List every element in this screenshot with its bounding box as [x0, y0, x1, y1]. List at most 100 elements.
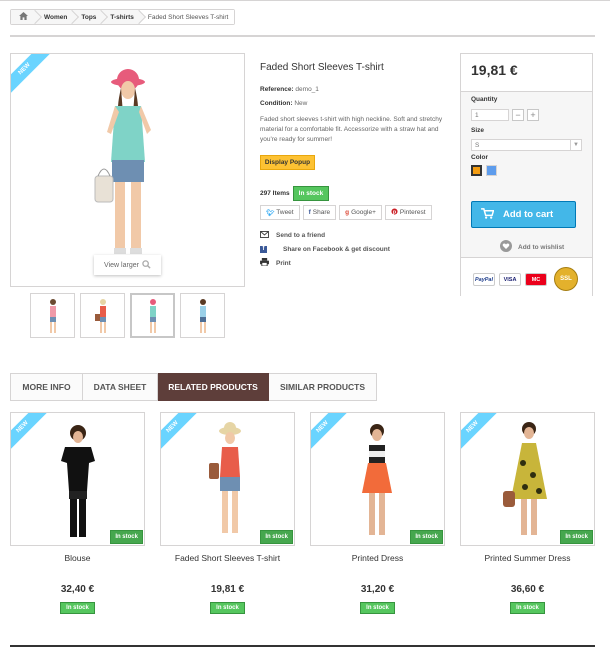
condition-value: New [294, 100, 308, 107]
quantity-minus-button[interactable]: − [512, 109, 524, 121]
buy-box: 19,81 € Quantity 1 − + Size S ▼ Color Ad… [460, 53, 593, 296]
product-image[interactable]: NEW In stock [10, 412, 145, 546]
color-swatch-blue[interactable] [486, 165, 497, 176]
product-image[interactable]: NEW In stock [460, 412, 595, 546]
facebook-share-button[interactable]: f Share [302, 205, 337, 220]
product-photo [209, 422, 241, 533]
thumbnail-2[interactable] [80, 293, 125, 338]
stock-badge: In stock [60, 602, 95, 614]
envelope-icon [260, 230, 269, 240]
top-divider [0, 0, 610, 1]
tweet-button[interactable]: 🐦︎ Tweet [260, 205, 300, 220]
product-photo [362, 424, 392, 535]
product-price: 32,40 € [60, 584, 95, 595]
wishlist-label: Add to wishlist [518, 243, 565, 251]
tab-related-products[interactable]: RELATED PRODUCTS [158, 373, 269, 401]
view-larger-button[interactable]: View larger [94, 255, 161, 275]
product-actions: Send to a friend f Share on Facebook & g… [260, 228, 390, 270]
product-photo [503, 422, 547, 535]
facebook-icon: f [308, 209, 311, 216]
print-link[interactable]: Print [260, 256, 390, 270]
printer-icon [260, 258, 269, 268]
product-card-2[interactable]: NEW In stock Faded Short Sleeves T-shirt… [160, 412, 295, 614]
size-select[interactable]: S ▼ [471, 139, 582, 151]
thumbnail-list [30, 293, 225, 338]
product-name[interactable]: Printed Summer Dress [460, 553, 595, 563]
facebook-icon: f [260, 245, 267, 253]
header-divider [10, 35, 595, 37]
size-value: S [475, 141, 480, 149]
stock-badge: In stock [292, 186, 330, 201]
product-price: 36,60 € [510, 584, 545, 595]
product-image[interactable]: NEW In stock [160, 412, 295, 546]
stock-status: In stock [160, 602, 295, 614]
ssl-badge: SSL [554, 267, 578, 291]
tab-similar-products[interactable]: SIMILAR PRODUCTS [269, 373, 377, 401]
model-photo [94, 69, 151, 254]
price-bar: 19,81 € [461, 54, 592, 92]
product-name[interactable]: Blouse [10, 553, 145, 563]
product-name[interactable]: Faded Short Sleeves T-shirt [160, 553, 295, 563]
image-stock-label: In stock [110, 530, 143, 544]
payment-logos: PayPal VISA MC SSL [461, 257, 592, 296]
product-card-3[interactable]: NEW In stock Printed Dress 31,20 € In st… [310, 412, 445, 614]
color-label: Color [471, 154, 488, 161]
pinterest-button[interactable]: p Pinterest [384, 205, 432, 220]
mastercard-logo: MC [525, 273, 547, 286]
breadcrumb-home[interactable] [11, 10, 36, 24]
thumbnail-1[interactable] [30, 293, 75, 338]
pinterest-label: Pinterest [399, 209, 426, 216]
product-photo [61, 425, 95, 537]
send-to-friend-label: Send to a friend [276, 231, 326, 239]
add-to-cart-label: Add to cart [503, 209, 554, 220]
product-card-1[interactable]: NEW In stock Blouse 32,40 € In stock [10, 412, 145, 614]
quantity-input[interactable]: 1 [471, 109, 509, 121]
thumbnail-photo [199, 298, 206, 333]
tab-data-sheet[interactable]: DATA SHEET [83, 373, 158, 401]
footer-divider [10, 645, 595, 647]
size-label: Size [471, 127, 485, 134]
thumbnail-photo [94, 298, 106, 333]
thumbnail-4[interactable] [180, 293, 225, 338]
paypal-logo: PayPal [473, 273, 495, 286]
thumbnail-3[interactable] [130, 293, 175, 338]
google-plus-button[interactable]: g Google+ [339, 205, 382, 220]
google-label: Google+ [351, 209, 376, 216]
home-icon [19, 12, 28, 22]
product-name[interactable]: Printed Dress [310, 553, 445, 563]
product-main-image[interactable]: NEW View larger [10, 53, 245, 287]
add-to-cart-button[interactable]: Add to cart [471, 201, 576, 228]
product-price: 31,20 € [360, 584, 395, 595]
product-card-4[interactable]: NEW In stock Printed Summer Dress 36,60 … [460, 412, 595, 614]
product-tabs: MORE INFO DATA SHEET RELATED PRODUCTS SI… [10, 373, 377, 401]
tab-more-info[interactable]: MORE INFO [10, 373, 83, 401]
reference-label: Reference: [260, 86, 294, 93]
social-share: 🐦︎ Tweet f Share g Google+ p Pinterest [260, 205, 432, 220]
twitter-icon: 🐦︎ [266, 209, 275, 217]
display-popup-button[interactable]: Display Popup [260, 155, 315, 170]
product-image[interactable]: NEW In stock [310, 412, 445, 546]
view-larger-label: View larger [104, 261, 139, 269]
stock-badge: In stock [360, 602, 395, 614]
facebook-discount-link[interactable]: f Share on Facebook & get discount [260, 242, 390, 256]
svg-text:p: p [393, 209, 396, 215]
quantity-label: Quantity [471, 96, 498, 103]
quantity-plus-button[interactable]: + [527, 109, 539, 121]
product-condition: Condition: New [260, 100, 307, 107]
product-description: Faded short sleeves t-shirt with high ne… [260, 116, 443, 143]
image-stock-label: In stock [560, 530, 593, 544]
product-reference: Reference: demo_1 [260, 86, 319, 93]
pinterest-icon: p [391, 208, 398, 217]
stock-status: In stock [460, 602, 595, 614]
availability: 297 Items In stock [260, 186, 330, 201]
thumbnail-photo [149, 298, 156, 333]
heart-icon [500, 240, 512, 254]
color-swatch-orange[interactable] [471, 165, 482, 176]
stock-badge: In stock [510, 602, 545, 614]
google-plus-icon: g [345, 209, 350, 216]
add-to-wishlist-link[interactable]: Add to wishlist [500, 240, 564, 254]
breadcrumb: Women Tops T-shirts Faded Short Sleeves … [10, 9, 236, 25]
visa-logo: VISA [499, 273, 521, 286]
send-to-friend-link[interactable]: Send to a friend [260, 228, 390, 242]
product-price: 19,81 € [210, 584, 245, 595]
